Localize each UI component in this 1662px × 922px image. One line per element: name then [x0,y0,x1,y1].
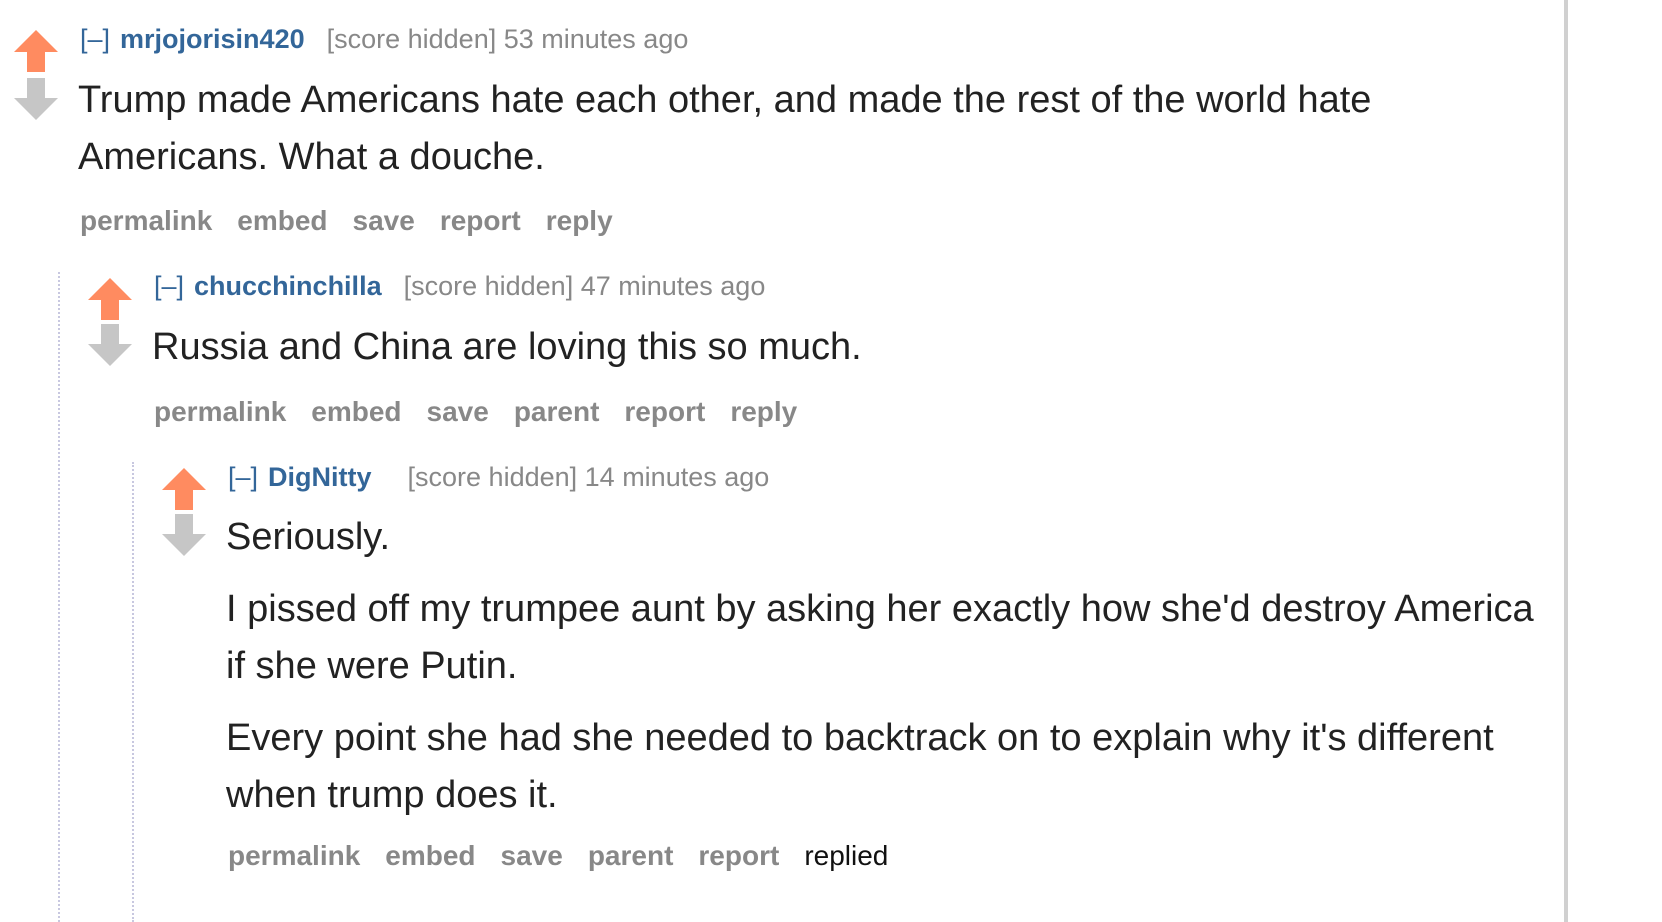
comment-tagline: [–] DigNitty [score hidden] 14 minutes ago [228,462,769,493]
collapse-toggle[interactable]: [–] [80,24,110,54]
timestamp: 47 minutes ago [580,271,766,301]
downvote-arrow-icon[interactable] [12,76,60,122]
parent-button[interactable]: parent [588,840,674,871]
embed-button[interactable]: embed [311,396,401,427]
save-button[interactable]: save [501,840,563,871]
thread-line-level-1[interactable] [58,272,60,922]
comment-body: Russia and China are loving this so much… [152,319,1532,391]
comment-body: Seriously. I pissed off my trumpee aunt … [226,509,1556,839]
reply-button[interactable]: reply [546,205,613,236]
permalink-button[interactable]: permalink [80,205,212,236]
embed-button[interactable]: embed [237,205,327,236]
save-button[interactable]: save [427,396,489,427]
score-hidden-label: [score hidden] [407,462,578,492]
upvote-arrow-icon[interactable] [86,276,134,322]
timestamp: 14 minutes ago [584,462,770,492]
replied-status: replied [804,840,889,871]
reply-button[interactable]: reply [730,396,797,427]
downvote-arrow-icon[interactable] [160,512,208,558]
score-hidden-label: [score hidden] [403,271,574,301]
parent-button[interactable]: parent [514,396,600,427]
report-button[interactable]: report [698,840,779,871]
comment-buttons: permalink embed save parent report replied [228,840,913,872]
comment-tagline: [–] mrjojorisin420 [score hidden] 53 minut… [80,24,688,55]
comment-tagline: [–] chucchinchilla [score hidden] 47 minut… [154,271,765,302]
comment-buttons: permalink embed save parent report reply [154,396,822,428]
thread-line-level-2[interactable] [132,462,134,922]
author-link[interactable]: DigNitty [268,462,372,492]
save-button[interactable]: save [353,205,415,236]
comment-buttons: permalink embed save report reply [80,205,638,237]
permalink-button[interactable]: permalink [154,396,286,427]
author-link[interactable]: mrjojorisin420 [120,24,305,54]
report-button[interactable]: report [624,396,705,427]
collapse-toggle[interactable]: [–] [228,462,258,492]
comment-paragraph: Trump made Americans hate each other, an… [78,79,1372,178]
content-border [1564,0,1568,922]
score-hidden-label: [score hidden] [326,24,497,54]
collapse-toggle[interactable]: [–] [154,271,184,301]
upvote-arrow-icon[interactable] [12,28,60,74]
comment-paragraph: Russia and China are loving this so much… [152,326,862,368]
embed-button[interactable]: embed [385,840,475,871]
comment-body: Trump made Americans hate each other, an… [78,72,1498,201]
downvote-arrow-icon[interactable] [86,322,134,368]
author-link[interactable]: chucchinchilla [194,271,382,301]
comment-paragraph: Seriously. [226,516,391,558]
report-button[interactable]: report [440,205,521,236]
permalink-button[interactable]: permalink [228,840,360,871]
comment-thread: [–] mrjojorisin420 [score hidden] 53 minut… [0,0,1662,922]
comment-paragraph: I pissed off my trumpee aunt by asking h… [226,588,1534,687]
timestamp: 53 minutes ago [503,24,689,54]
upvote-arrow-icon[interactable] [160,466,208,512]
comment-paragraph: Every point she had she needed to backtr… [226,717,1494,816]
